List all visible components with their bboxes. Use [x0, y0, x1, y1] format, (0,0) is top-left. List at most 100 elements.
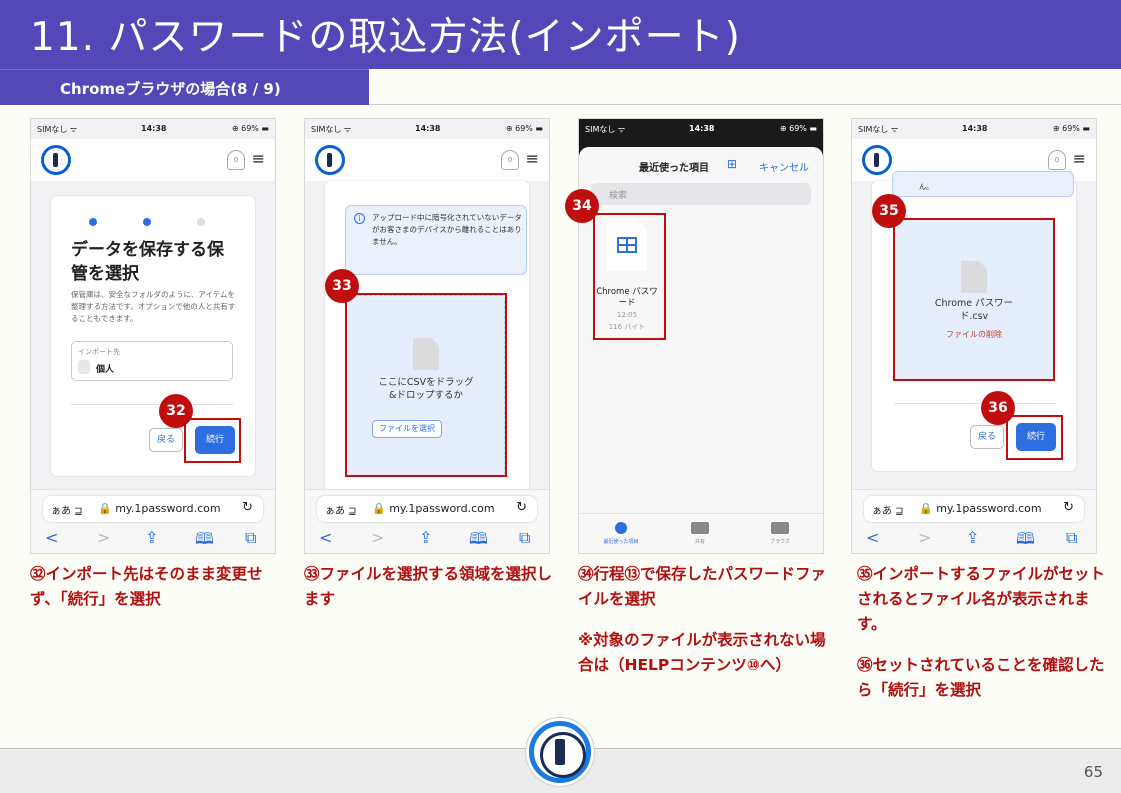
- tabs-icon[interactable]: ⧉: [1066, 528, 1077, 548]
- app-bar: 0 ≡: [31, 139, 275, 181]
- onepassword-footer-logo-icon: [529, 721, 591, 783]
- search-input[interactable]: 検索: [591, 183, 811, 205]
- caption-step-34-main: ㉞行程⑬で保存したパスワードファイルを選択: [578, 565, 827, 608]
- carrier-text: SIMなし ᯤ: [858, 125, 899, 134]
- status-bar: SIMなし ᯤ 14:38 ⊕ 69% ▬: [852, 119, 1096, 139]
- share-icon[interactable]: ⇪: [419, 528, 432, 547]
- step-badge-34: 34: [565, 189, 599, 223]
- import-to-field[interactable]: インポート先 個人: [71, 341, 233, 381]
- share-icon[interactable]: ⇪: [966, 528, 979, 547]
- browser-bar: ぁあ ⊒ 🔒 my.1password.com ↻ < > ⇪ 🕮 ⧉: [305, 489, 549, 553]
- url-bar[interactable]: ぁあ ⊒ 🔒 my.1password.com ↻: [317, 496, 537, 522]
- picker-title: 最近使った項目: [639, 163, 709, 174]
- reload-icon[interactable]: ↻: [516, 500, 527, 515]
- onepassword-logo-icon[interactable]: [862, 145, 892, 175]
- battery-text: ⊕ 69% ▬: [505, 124, 543, 133]
- step-badge-32: 32: [159, 394, 193, 428]
- picker-tab-bar: 最近使った項目 共有 ブラウズ: [579, 513, 823, 553]
- card-heading: データを保存する保管を選択: [71, 240, 224, 284]
- step-current-icon: [143, 218, 151, 226]
- header-rule: [369, 104, 1121, 105]
- info-box: i アップロード中に暗号化されていないデータがお客さまのデバイスから離れることは…: [345, 205, 527, 275]
- caption-step-35-main: ㉟インポートするファイルがセットされるとファイル名が表示されます。: [857, 565, 1106, 633]
- carrier-text: SIMなし ᯤ: [585, 125, 626, 134]
- step-badge-33: 33: [325, 269, 359, 303]
- back-button[interactable]: 戻る: [970, 425, 1004, 449]
- back-arrow-icon[interactable]: <: [866, 528, 879, 547]
- carrier-text: SIMなし ᯤ: [311, 125, 352, 134]
- step-pending-icon: [197, 218, 205, 226]
- bookmarks-icon[interactable]: 🕮: [195, 528, 214, 553]
- reload-icon[interactable]: ↻: [242, 500, 253, 515]
- menu-icon[interactable]: ≡: [252, 149, 265, 168]
- info-text-tail: ん。: [919, 183, 933, 191]
- vault-name: 個人: [96, 365, 115, 375]
- forward-arrow-icon[interactable]: >: [918, 528, 931, 547]
- divider: [894, 403, 1056, 404]
- text-size-icon[interactable]: ぁあ ⊒: [325, 502, 357, 517]
- tabs-icon[interactable]: ⧉: [245, 528, 256, 548]
- step-badge-35: 35: [872, 194, 906, 228]
- browser-nav: < > ⇪ 🕮 ⧉: [305, 528, 549, 548]
- bookmarks-icon[interactable]: 🕮: [1016, 528, 1035, 553]
- caption-step-32: ㉜インポート先はそのまま変更せず、「続行」を選択: [30, 565, 263, 608]
- notification-bell-icon[interactable]: 0: [227, 150, 245, 170]
- status-bar: SIMなし ᯤ 14:38 ⊕ 69% ▬: [579, 119, 823, 139]
- tabs-icon[interactable]: ⧉: [519, 528, 530, 548]
- info-text: アップロード中に暗号化されていないデータがお客さまのデバイスから離れることはあり…: [372, 213, 522, 246]
- page-number: 65: [1083, 763, 1103, 781]
- file-picker-sheet: 最近使った項目 ⊞ キャンセル 検索 Chrome パスワード 12:05 11…: [579, 147, 823, 553]
- app-bar: 0 ≡: [305, 139, 549, 181]
- forward-arrow-icon[interactable]: >: [371, 528, 384, 547]
- browser-nav: < > ⇪ 🕮 ⧉: [31, 528, 275, 548]
- phone-screenshot-1: SIMなし ᯤ 14:38 ⊕ 69% ▬ 0 ≡ データを保存する保管を選択 …: [30, 118, 276, 554]
- status-bar: SIMなし ᯤ 14:38 ⊕ 69% ▬: [305, 119, 549, 139]
- page-title: 11. パスワードの取込方法(インポート): [30, 15, 741, 60]
- grid-view-icon[interactable]: ⊞: [727, 157, 737, 171]
- caption-step-34-note: ※対象のファイルが表示されない場合は（HELPコンテンツ⑩へ）: [578, 631, 826, 674]
- url-text: 🔒 my.1password.com: [919, 502, 1042, 515]
- url-bar[interactable]: ぁあ ⊒ 🔒 my.1password.com ↻: [43, 496, 263, 522]
- time-text: 14:38: [689, 124, 715, 133]
- caption-step-36: ㊱セットされていることを確認したら「続行」を選択: [857, 656, 1105, 699]
- url-bar[interactable]: ぁあ ⊒ 🔒 my.1password.com ↻: [864, 496, 1084, 522]
- bookmarks-icon[interactable]: 🕮: [469, 528, 488, 553]
- onepassword-logo-icon[interactable]: [41, 145, 71, 175]
- info-box: ん。: [892, 171, 1074, 197]
- time-text: 14:38: [962, 124, 988, 133]
- back-button[interactable]: 戻る: [149, 428, 183, 452]
- browse-tab-icon[interactable]: [771, 522, 789, 534]
- forward-arrow-icon[interactable]: >: [97, 528, 110, 547]
- browser-bar: ぁあ ⊒ 🔒 my.1password.com ↻ < > ⇪ 🕮 ⧉: [31, 489, 275, 553]
- back-arrow-icon[interactable]: <: [45, 528, 58, 547]
- battery-text: ⊕ 69% ▬: [779, 124, 817, 133]
- back-arrow-icon[interactable]: <: [319, 528, 332, 547]
- card-description: 保管庫は、安全なフォルダのように、アイテムを整理する方法です。オプションで他の人…: [71, 290, 236, 323]
- menu-icon[interactable]: ≡: [526, 149, 539, 168]
- menu-icon[interactable]: ≡: [1073, 149, 1086, 168]
- info-icon: i: [354, 213, 365, 224]
- highlight-selected-file: [893, 218, 1055, 381]
- text-size-icon[interactable]: ぁあ ⊒: [872, 502, 904, 517]
- browser-nav: < > ⇪ 🕮 ⧉: [852, 528, 1096, 548]
- subtitle: Chromeブラウザの場合(8 / 9): [60, 80, 281, 98]
- notification-bell-icon[interactable]: 0: [501, 150, 519, 170]
- step-badge-36: 36: [981, 391, 1015, 425]
- text-size-icon[interactable]: ぁあ ⊒: [51, 502, 83, 517]
- cancel-button[interactable]: キャンセル: [759, 159, 809, 174]
- status-bar: SIMなし ᯤ 14:38 ⊕ 69% ▬: [31, 119, 275, 139]
- caption-step-34: ㉞行程⑬で保存したパスワードファイルを選択 ※対象のファイルが表示されない場合は…: [578, 562, 828, 678]
- shared-tab-icon[interactable]: [691, 522, 709, 534]
- recent-tab-icon[interactable]: [615, 522, 627, 534]
- title-bar: 11. パスワードの取込方法(インポート): [0, 0, 1121, 69]
- share-icon[interactable]: ⇪: [145, 528, 158, 547]
- time-text: 14:38: [141, 124, 167, 133]
- import-to-label: インポート先: [78, 348, 120, 356]
- carrier-text: SIMなし ᯤ: [37, 125, 78, 134]
- url-text: 🔒 my.1password.com: [98, 502, 221, 515]
- reload-icon[interactable]: ↻: [1063, 500, 1074, 515]
- notification-bell-icon[interactable]: 0: [1048, 150, 1066, 170]
- highlight-drop-zone: [345, 293, 507, 477]
- onepassword-logo-icon[interactable]: [315, 145, 345, 175]
- battery-text: ⊕ 69% ▬: [231, 124, 269, 133]
